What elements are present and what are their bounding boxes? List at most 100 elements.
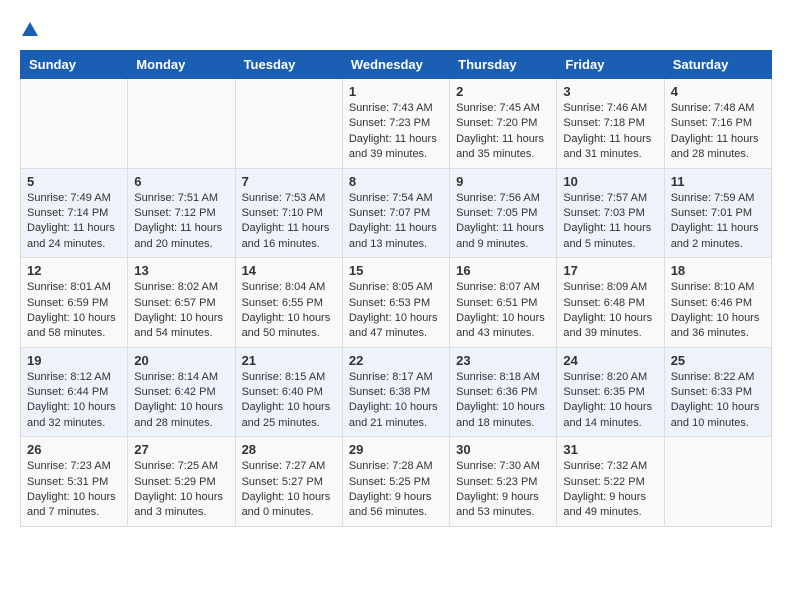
calendar-week-row: 19Sunrise: 8:12 AM Sunset: 6:44 PM Dayli… [21, 347, 772, 437]
day-info: Sunrise: 7:54 AM Sunset: 7:07 PM Dayligh… [349, 191, 443, 253]
calendar-cell: 16Sunrise: 8:07 AM Sunset: 6:51 PM Dayli… [450, 258, 557, 348]
calendar-week-row: 1 Sunrise: 7:43 AM Sunset: 7:23 PM Daylig… [21, 79, 772, 169]
day-info: Sunrise: 7:56 AM Sunset: 7:05 PM Dayligh… [456, 191, 550, 253]
day-info: Sunrise: 7:27 AM Sunset: 5:27 PM Dayligh… [242, 459, 336, 521]
day-info: Sunrise: 8:04 AM Sunset: 6:55 PM Dayligh… [242, 280, 336, 342]
day-number: 8 [349, 174, 443, 189]
day-info: Sunrise: 7:32 AM Sunset: 5:22 PM Dayligh… [563, 459, 657, 521]
calendar-cell: 5 Sunrise: 7:49 AM Sunset: 7:14 PM Daylig… [21, 168, 128, 258]
day-number: 23 [456, 353, 550, 368]
day-number: 9 [456, 174, 550, 189]
calendar-cell: 14Sunrise: 8:04 AM Sunset: 6:55 PM Dayli… [235, 258, 342, 348]
day-of-week-header: Friday [557, 51, 664, 79]
calendar-cell: 3 Sunrise: 7:46 AM Sunset: 7:18 PM Daylig… [557, 79, 664, 169]
day-info: Sunrise: 7:48 AM Sunset: 7:16 PM Dayligh… [671, 101, 765, 163]
day-number: 10 [563, 174, 657, 189]
calendar-cell: 20Sunrise: 8:14 AM Sunset: 6:42 PM Dayli… [128, 347, 235, 437]
day-info: Sunrise: 7:23 AM Sunset: 5:31 PM Dayligh… [27, 459, 121, 521]
day-number: 22 [349, 353, 443, 368]
calendar-cell: 25 Sunrise: 8:22 AM Sunset: 6:33 PM Dayli… [664, 347, 771, 437]
day-info: Sunrise: 8:12 AM Sunset: 6:44 PM Dayligh… [27, 370, 121, 432]
calendar-cell [21, 79, 128, 169]
calendar-week-row: 5 Sunrise: 7:49 AM Sunset: 7:14 PM Daylig… [21, 168, 772, 258]
calendar-cell: 10 Sunrise: 7:57 AM Sunset: 7:03 PM Dayli… [557, 168, 664, 258]
day-info: Sunrise: 7:51 AM Sunset: 7:12 PM Dayligh… [134, 191, 228, 253]
day-info: Sunrise: 7:45 AM Sunset: 7:20 PM Dayligh… [456, 101, 550, 163]
calendar-cell [664, 437, 771, 527]
day-info: Sunrise: 7:30 AM Sunset: 5:23 PM Dayligh… [456, 459, 550, 521]
day-number: 17 [563, 263, 657, 278]
day-number: 25 [671, 353, 765, 368]
calendar-cell: 7 Sunrise: 7:53 AM Sunset: 7:10 PM Daylig… [235, 168, 342, 258]
calendar-cell: 11Sunrise: 7:59 AM Sunset: 7:01 PM Dayli… [664, 168, 771, 258]
day-info: Sunrise: 7:59 AM Sunset: 7:01 PM Dayligh… [671, 191, 765, 253]
calendar-cell: 1 Sunrise: 7:43 AM Sunset: 7:23 PM Daylig… [342, 79, 449, 169]
day-number: 3 [563, 84, 657, 99]
calendar-cell: 19Sunrise: 8:12 AM Sunset: 6:44 PM Dayli… [21, 347, 128, 437]
day-number: 24 [563, 353, 657, 368]
day-of-week-header: Sunday [21, 51, 128, 79]
calendar-cell: 31 Sunrise: 7:32 AM Sunset: 5:22 PM Dayli… [557, 437, 664, 527]
calendar-cell: 24 Sunrise: 8:20 AM Sunset: 6:35 PM Dayli… [557, 347, 664, 437]
day-info: Sunrise: 7:43 AM Sunset: 7:23 PM Dayligh… [349, 101, 443, 163]
day-number: 4 [671, 84, 765, 99]
day-number: 5 [27, 174, 121, 189]
day-of-week-header: Tuesday [235, 51, 342, 79]
day-info: Sunrise: 7:57 AM Sunset: 7:03 PM Dayligh… [563, 191, 657, 253]
day-number: 30 [456, 442, 550, 457]
day-number: 15 [349, 263, 443, 278]
day-info: Sunrise: 7:46 AM Sunset: 7:18 PM Dayligh… [563, 101, 657, 163]
calendar-cell [128, 79, 235, 169]
calendar-cell: 9 Sunrise: 7:56 AM Sunset: 7:05 PM Daylig… [450, 168, 557, 258]
day-info: Sunrise: 8:20 AM Sunset: 6:35 PM Dayligh… [563, 370, 657, 432]
calendar-cell: 26Sunrise: 7:23 AM Sunset: 5:31 PM Dayli… [21, 437, 128, 527]
day-info: Sunrise: 8:09 AM Sunset: 6:48 PM Dayligh… [563, 280, 657, 342]
calendar-cell: 2 Sunrise: 7:45 AM Sunset: 7:20 PM Daylig… [450, 79, 557, 169]
calendar-cell: 27Sunrise: 7:25 AM Sunset: 5:29 PM Dayli… [128, 437, 235, 527]
calendar-cell: 30 Sunrise: 7:30 AM Sunset: 5:23 PM Dayli… [450, 437, 557, 527]
day-info: Sunrise: 8:17 AM Sunset: 6:38 PM Dayligh… [349, 370, 443, 432]
day-number: 28 [242, 442, 336, 457]
day-of-week-header: Monday [128, 51, 235, 79]
calendar-cell: 21 Sunrise: 8:15 AM Sunset: 6:40 PM Dayli… [235, 347, 342, 437]
day-info: Sunrise: 8:18 AM Sunset: 6:36 PM Dayligh… [456, 370, 550, 432]
day-number: 16 [456, 263, 550, 278]
day-number: 6 [134, 174, 228, 189]
day-number: 12 [27, 263, 121, 278]
calendar-cell: 15 Sunrise: 8:05 AM Sunset: 6:53 PM Dayli… [342, 258, 449, 348]
calendar-week-row: 26Sunrise: 7:23 AM Sunset: 5:31 PM Dayli… [21, 437, 772, 527]
day-number: 21 [242, 353, 336, 368]
day-number: 2 [456, 84, 550, 99]
calendar-cell: 28 Sunrise: 7:27 AM Sunset: 5:27 PM Dayli… [235, 437, 342, 527]
day-info: Sunrise: 7:49 AM Sunset: 7:14 PM Dayligh… [27, 191, 121, 253]
day-info: Sunrise: 8:14 AM Sunset: 6:42 PM Dayligh… [134, 370, 228, 432]
day-of-week-header: Saturday [664, 51, 771, 79]
day-of-week-header: Wednesday [342, 51, 449, 79]
calendar-cell [235, 79, 342, 169]
day-info: Sunrise: 8:01 AM Sunset: 6:59 PM Dayligh… [27, 280, 121, 342]
calendar-cell: 8 Sunrise: 7:54 AM Sunset: 7:07 PM Daylig… [342, 168, 449, 258]
day-info: Sunrise: 8:15 AM Sunset: 6:40 PM Dayligh… [242, 370, 336, 432]
calendar-cell: 23 Sunrise: 8:18 AM Sunset: 6:36 PM Dayli… [450, 347, 557, 437]
day-info: Sunrise: 8:05 AM Sunset: 6:53 PM Dayligh… [349, 280, 443, 342]
day-number: 1 [349, 84, 443, 99]
calendar-header-row: SundayMondayTuesdayWednesdayThursdayFrid… [21, 51, 772, 79]
calendar-cell: 18Sunrise: 8:10 AM Sunset: 6:46 PM Dayli… [664, 258, 771, 348]
calendar-cell: 4 Sunrise: 7:48 AM Sunset: 7:16 PM Daylig… [664, 79, 771, 169]
page-header [20, 20, 772, 34]
day-number: 31 [563, 442, 657, 457]
calendar-table: SundayMondayTuesdayWednesdayThursdayFrid… [20, 50, 772, 527]
day-number: 7 [242, 174, 336, 189]
day-info: Sunrise: 8:22 AM Sunset: 6:33 PM Dayligh… [671, 370, 765, 432]
logo [20, 20, 40, 34]
calendar-week-row: 12 Sunrise: 8:01 AM Sunset: 6:59 PM Dayli… [21, 258, 772, 348]
calendar-cell: 13Sunrise: 8:02 AM Sunset: 6:57 PM Dayli… [128, 258, 235, 348]
calendar-cell: 17 Sunrise: 8:09 AM Sunset: 6:48 PM Dayli… [557, 258, 664, 348]
day-number: 29 [349, 442, 443, 457]
calendar-cell: 6 Sunrise: 7:51 AM Sunset: 7:12 PM Daylig… [128, 168, 235, 258]
day-number: 18 [671, 263, 765, 278]
day-info: Sunrise: 7:53 AM Sunset: 7:10 PM Dayligh… [242, 191, 336, 253]
calendar-cell: 12 Sunrise: 8:01 AM Sunset: 6:59 PM Dayli… [21, 258, 128, 348]
day-info: Sunrise: 8:02 AM Sunset: 6:57 PM Dayligh… [134, 280, 228, 342]
day-info: Sunrise: 7:28 AM Sunset: 5:25 PM Dayligh… [349, 459, 443, 521]
